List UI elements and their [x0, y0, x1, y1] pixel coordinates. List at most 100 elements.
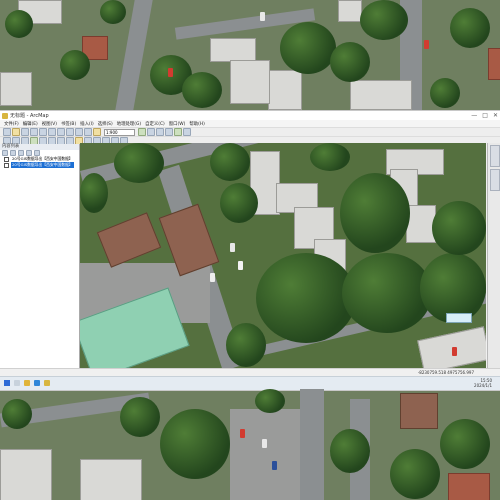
menu-view[interactable]: 视图(V) — [42, 121, 57, 127]
map-tip-popup[interactable] — [446, 313, 472, 323]
car — [210, 273, 215, 282]
save-icon[interactable] — [21, 128, 29, 136]
python-icon[interactable] — [183, 128, 191, 136]
windows-taskbar: 15:50 2024/1/1 — [0, 376, 500, 390]
tree-canopy — [160, 409, 230, 479]
tree-canopy — [120, 397, 160, 437]
close-button[interactable]: ✕ — [493, 111, 498, 120]
rooftop — [350, 80, 412, 110]
menu-windows[interactable]: 窗口(W) — [169, 121, 186, 127]
tree-canopy — [182, 72, 222, 108]
file-explorer-icon[interactable] — [24, 380, 30, 386]
tree-canopy — [440, 419, 490, 469]
cut-icon[interactable] — [39, 128, 47, 136]
new-document-icon[interactable] — [3, 128, 11, 136]
rooftop — [488, 48, 500, 80]
table-of-contents-icon[interactable] — [147, 128, 155, 136]
system-clock[interactable]: 15:50 2024/1/1 — [474, 378, 492, 388]
delete-icon[interactable] — [66, 128, 74, 136]
tree-canopy — [450, 8, 490, 48]
tree-canopy — [256, 253, 356, 343]
menu-geoprocessing[interactable]: 地理处理(G) — [117, 121, 141, 127]
tree-canopy — [360, 0, 408, 40]
arctoolbox-icon[interactable] — [174, 128, 182, 136]
menu-insert[interactable]: 插入(I) — [80, 121, 94, 127]
car — [238, 261, 243, 270]
search-icon[interactable] — [165, 128, 173, 136]
tree-canopy — [114, 143, 164, 183]
title-bar: 无标题 - ArcMap — □ ✕ — [0, 111, 500, 120]
tree-canopy — [220, 183, 258, 223]
menu-bookmarks[interactable]: 书签(B) — [61, 121, 76, 127]
rooftop — [230, 60, 270, 104]
tree-canopy — [80, 173, 108, 213]
maximize-button[interactable]: □ — [482, 111, 488, 120]
tree-canopy — [310, 143, 350, 171]
car — [240, 429, 245, 438]
parking-lot — [230, 409, 300, 500]
rooftop — [96, 212, 162, 268]
car — [424, 40, 429, 49]
menu-bar: 文件(F) 编辑(E) 视图(V) 书签(B) 插入(I) 选择(S) 地理处理… — [0, 120, 500, 127]
menu-edit[interactable]: 编辑(E) — [23, 121, 38, 127]
car — [452, 347, 457, 356]
right-dock-panel — [487, 143, 500, 368]
rooftop — [448, 473, 490, 500]
rooftop — [338, 0, 362, 22]
menu-selection[interactable]: 选择(S) — [98, 121, 113, 127]
layer-visibility-checkbox[interactable] — [4, 156, 9, 162]
tree-canopy — [390, 449, 440, 499]
clock-date: 2024/1/1 — [474, 383, 492, 388]
aerial-imagery-bottom — [0, 389, 500, 500]
rooftop — [400, 393, 438, 429]
arcmap-taskbar-icon[interactable] — [44, 380, 50, 386]
list-by-drawing-order-icon[interactable] — [2, 150, 8, 156]
redo-icon[interactable] — [84, 128, 92, 136]
catalog-dock-tab[interactable] — [489, 145, 500, 167]
tree-canopy — [340, 173, 410, 253]
tree-canopy — [60, 50, 90, 80]
tree-canopy — [330, 429, 370, 473]
tree-canopy — [210, 143, 250, 181]
tree-canopy — [5, 10, 33, 38]
add-data-icon[interactable] — [93, 128, 101, 136]
rooftop — [0, 72, 32, 106]
tree-canopy — [2, 399, 32, 429]
undo-icon[interactable] — [75, 128, 83, 136]
rooftop — [268, 70, 302, 110]
standard-toolbar: 1:900 — [0, 127, 500, 136]
search-icon[interactable] — [14, 380, 20, 386]
copy-icon[interactable] — [48, 128, 56, 136]
menu-file[interactable]: 文件(F) — [4, 121, 19, 127]
open-folder-icon[interactable] — [12, 128, 20, 136]
car — [168, 68, 173, 77]
cursor-coordinates: -8230759.518 4975756.997 — [417, 370, 474, 375]
catalog-icon[interactable] — [156, 128, 164, 136]
rooftop — [0, 449, 52, 500]
road — [300, 389, 324, 500]
layer-label: 20号GIS数据导出【西安中国数据】 — [11, 162, 74, 168]
tree-canopy — [430, 78, 460, 108]
tree-canopy — [342, 253, 432, 333]
minimize-button[interactable]: — — [471, 111, 477, 120]
start-icon[interactable] — [4, 380, 10, 386]
paste-icon[interactable] — [57, 128, 65, 136]
menu-help[interactable]: 帮助(H) — [189, 121, 205, 127]
window-title: 无标题 - ArcMap — [10, 113, 49, 119]
print-icon[interactable] — [30, 128, 38, 136]
menu-customize[interactable]: 自定义(C) — [145, 121, 165, 127]
map-scale-input[interactable]: 1:900 — [104, 128, 135, 136]
search-dock-tab[interactable] — [489, 169, 500, 191]
layer-item-selected[interactable]: 20号GIS数据导出【西安中国数据】 — [0, 162, 79, 168]
map-display[interactable] — [80, 143, 486, 368]
table-of-contents-panel: 内容列表 20号GIS数据导出【西安中国数据】 20号GIS数据导出【西安中国数… — [0, 144, 80, 381]
tree-canopy — [100, 0, 126, 24]
layer-visibility-checkbox[interactable] — [4, 162, 9, 168]
car — [262, 439, 267, 448]
rooftop — [80, 459, 142, 500]
car — [272, 461, 277, 470]
editor-icon[interactable] — [138, 128, 146, 136]
browser-icon[interactable] — [34, 380, 40, 386]
tree-canopy — [226, 323, 266, 367]
tree-canopy — [280, 22, 336, 74]
